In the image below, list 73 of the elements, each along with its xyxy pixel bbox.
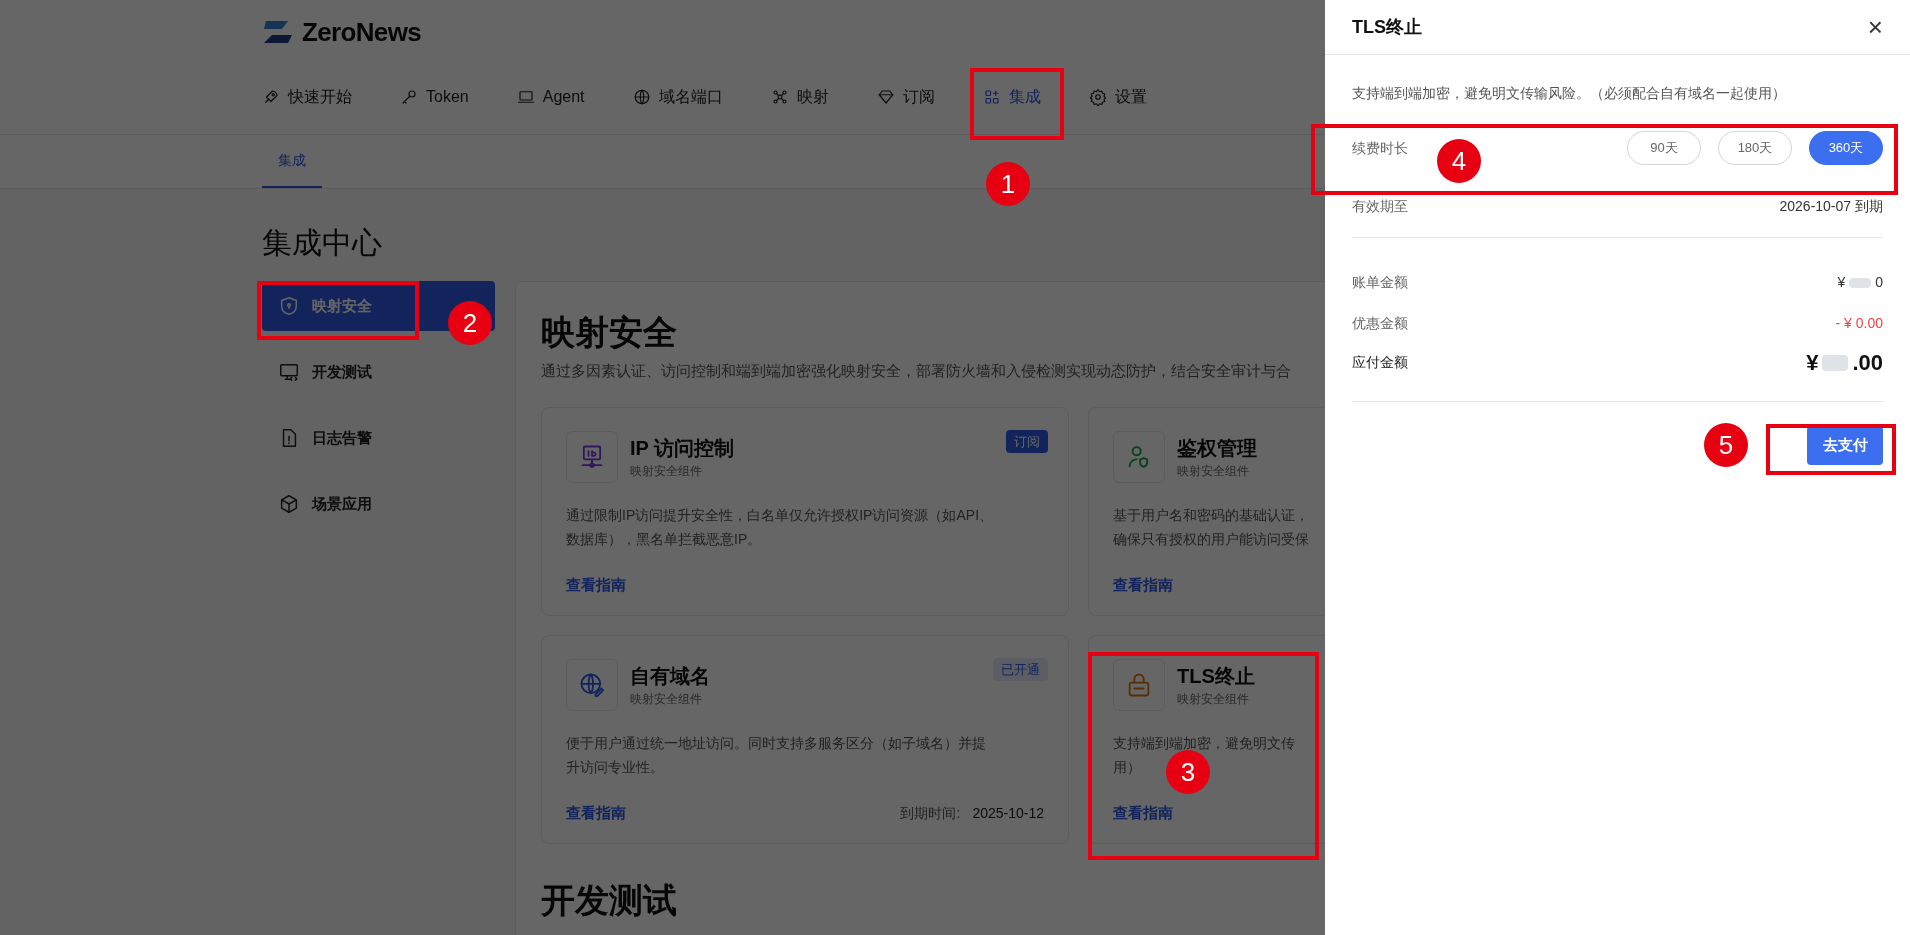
sidebar-item[interactable]: 日志告警 [262,413,495,463]
discount-amount: - ¥ 0.00 [1835,314,1883,333]
duration-option[interactable]: 360天 [1809,131,1883,165]
cube-icon [278,493,300,515]
card-description: 数据库），黑名单拦截恶意IP。 [566,529,762,549]
field-label: 续费时长 [1352,138,1408,158]
nav-tab[interactable]: Token [400,85,469,109]
card-subtitle: 映射安全组件 [1177,462,1250,480]
page-title: 集成中心 [262,225,382,261]
drawer-description: 支持端到端加密，避免明文传输风险。（必须配合自有域名一起使用） [1352,84,1787,103]
total-amount: ¥ [1806,349,1819,377]
card-description: 通过限制IP访问提升安全性，白名单仅允许授权IP访问资源（如API、 [566,505,994,525]
card-subtitle: 映射安全组件 [630,690,703,708]
drawer-title: TLS终止 [1352,15,1422,39]
card-title: IP 访问控制 [630,435,735,461]
card-description: 确保只有授权的用户能访问受保 [1113,529,1309,549]
sidebar-item[interactable]: 开发测试 [262,347,495,397]
section-title: 开发测试 [541,879,677,921]
field-label: 有效期至 [1352,197,1408,216]
duration-option[interactable]: 90天 [1627,131,1701,165]
brand-name: ZeroNews [302,15,422,49]
amount-text: ¥ [1837,273,1846,292]
globe-icon [632,88,651,106]
card-title: 鉴权管理 [1177,435,1257,461]
modal-overlay[interactable] [0,0,1325,935]
section-description: 通过多因素认证、访问控制和端到端加密强化映射安全，部署防火墙和入侵检测实现动态防护，结合安全审计与合 [541,361,1291,381]
nodes-icon [770,88,789,106]
card-title: TLS终止 [1177,663,1255,689]
redacted-mark [1849,277,1872,288]
close-button[interactable]: × [1867,14,1883,40]
nav-tab[interactable]: 设置 [1088,85,1147,109]
card-subtitle: 映射安全组件 [630,462,703,480]
sub-tab[interactable]: 集成 [262,135,322,188]
pay-button[interactable]: 去支付 [1807,426,1883,465]
diamond-icon [876,88,895,106]
field-label: 优惠金额 [1352,314,1408,333]
card-description: 支持端到端加密，避免明文传 [1113,733,1295,753]
card-subtitle: 映射安全组件 [1177,690,1250,708]
shield-icon [278,295,300,317]
nav-tab[interactable]: 订阅 [876,85,935,109]
nav-tab[interactable]: 快速开始 [262,85,352,109]
grid-plus-icon [982,88,1001,106]
card-description: 基于用户名和密码的基础认证， [1113,505,1309,525]
redacted-mark [1822,354,1849,371]
card-title: 自有域名 [630,663,710,689]
status-badge: 订阅 [1006,429,1048,453]
sidebar-item[interactable]: 场景应用 [262,479,495,529]
nav-tab[interactable]: 映射 [770,85,829,109]
guide-link[interactable]: 查看指南 [1113,574,1173,597]
status-badge: 已开通 [993,657,1048,681]
duration-option[interactable]: 180天 [1718,131,1792,165]
guide-link[interactable]: 查看指南 [566,574,626,597]
section-title: 映射安全 [541,312,677,353]
key-icon [400,88,418,106]
card-description: 升访问专业性。 [566,757,664,777]
expiry-date: 2025-10-12 [972,803,1044,823]
expiry-label: 到期时间: [900,803,961,823]
nav-tab[interactable]: 集成 [982,85,1041,109]
expiry-value: 2026-10-07 到期 [1779,197,1883,216]
amount-text: 0 [1875,273,1883,292]
card-description: 用） [1113,757,1141,777]
logo-icon [262,19,294,45]
field-label: 应付金额 [1352,353,1408,372]
nav-tab[interactable]: 域名端口 [632,85,723,109]
nav-tab[interactable]: Agent [516,85,585,109]
gear-icon [1088,88,1107,106]
guide-link[interactable]: 查看指南 [566,802,626,825]
monitor-code-icon [278,361,300,383]
laptop-icon [516,88,535,106]
card-description: 便于用户通过统一地址访问。同时支持多服务区分（如子域名）并提 [566,733,986,753]
guide-link[interactable]: 查看指南 [1113,802,1173,825]
field-label: 账单金额 [1352,273,1408,292]
total-amount: .00 [1852,349,1883,377]
